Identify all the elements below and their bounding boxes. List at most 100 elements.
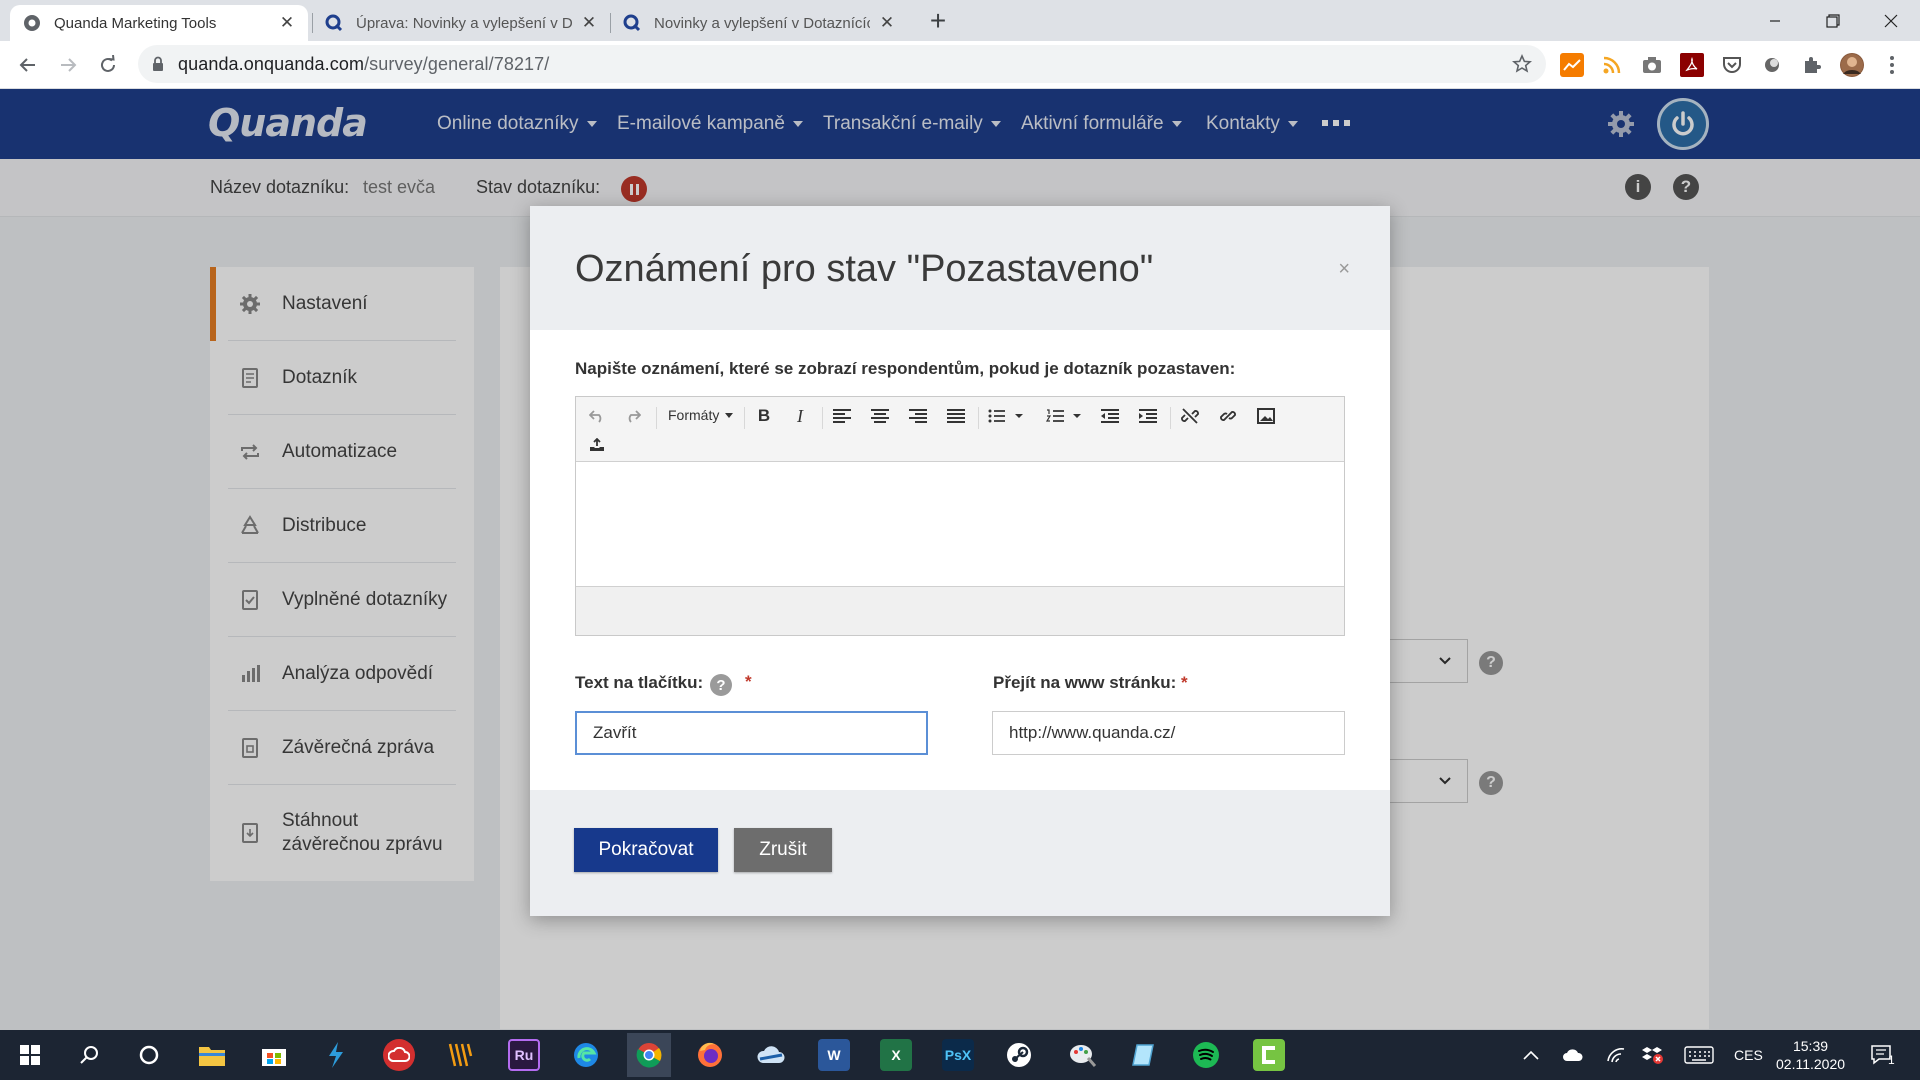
profile-avatar[interactable]	[1840, 53, 1864, 77]
store-icon[interactable]	[258, 1039, 290, 1071]
browser-tab-novinky[interactable]: Novinky a vylepšení v Dotaznících ✕	[610, 5, 908, 41]
browser-toolbar: quanda.onquanda.com/survey/general/78217…	[0, 41, 1920, 89]
cloud-app-icon[interactable]	[755, 1039, 787, 1071]
clock-time: 15:39	[1792, 1038, 1829, 1054]
excel-icon[interactable]: X	[880, 1039, 912, 1071]
cancel-button[interactable]: Zrušit	[734, 828, 832, 872]
back-arrow-icon[interactable]	[14, 51, 42, 79]
minimize-window-icon[interactable]	[1746, 0, 1804, 41]
paused-notice-dialog: Oznámení pro stav "Pozastaveno" × Napišt…	[530, 206, 1390, 916]
notes-app-icon[interactable]	[1128, 1039, 1160, 1071]
browser-menu-icon[interactable]	[1880, 53, 1904, 77]
restore-window-icon[interactable]	[1804, 0, 1862, 41]
analytics-extension-icon[interactable]	[1560, 53, 1584, 77]
camera-extension-icon[interactable]	[1640, 53, 1664, 77]
new-tab-button[interactable]: +	[924, 7, 952, 36]
clock-date: 02.11.2020	[1776, 1056, 1846, 1072]
steam-icon[interactable]	[1003, 1039, 1035, 1071]
close-tab-icon[interactable]: ✕	[278, 13, 296, 32]
numbered-list-icon[interactable]	[1042, 403, 1086, 429]
indent-icon[interactable]	[1134, 403, 1162, 429]
redo-icon[interactable]	[620, 403, 646, 429]
bookmark-star-icon[interactable]	[1512, 54, 1532, 74]
paint-app-icon[interactable]	[1066, 1039, 1098, 1071]
button-text-label: Text na tlačítku:	[575, 673, 704, 692]
clock[interactable]: 15:39 02.11.2020	[1776, 1030, 1845, 1080]
forward-arrow-icon[interactable]	[54, 51, 82, 79]
action-center-icon[interactable]: 1	[1870, 1030, 1895, 1080]
editor-label: Napište oznámení, které se zobrazí respo…	[575, 359, 1236, 378]
bullet-list-icon[interactable]	[984, 403, 1028, 429]
windows-start-icon[interactable]	[14, 1039, 46, 1071]
photoshop-express-icon[interactable]: PsX	[942, 1039, 974, 1071]
pdf-extension-icon[interactable]	[1680, 53, 1704, 77]
align-right-icon[interactable]	[904, 403, 932, 429]
close-tab-icon[interactable]: ✕	[878, 13, 896, 32]
close-tab-icon[interactable]: ✕	[580, 13, 598, 32]
rich-text-editor: Formáty B I	[575, 396, 1345, 636]
formats-label: Formáty	[668, 407, 720, 423]
show-hidden-icons[interactable]	[1523, 1030, 1539, 1080]
rss-extension-icon[interactable]	[1600, 53, 1624, 77]
dialog-header: Oznámení pro stav "Pozastaveno" ×	[530, 206, 1390, 330]
align-center-icon[interactable]	[866, 403, 894, 429]
pocket-extension-icon[interactable]	[1720, 53, 1744, 77]
close-icon[interactable]: ×	[1338, 258, 1350, 281]
outdent-icon[interactable]	[1096, 403, 1124, 429]
windows-taskbar: Ru W X PsX CES 15:39 02.11.2020 1	[0, 1030, 1920, 1080]
formats-dropdown[interactable]: Formáty	[668, 407, 734, 423]
file-explorer-icon[interactable]	[196, 1039, 228, 1071]
camtasia-icon[interactable]	[1253, 1039, 1285, 1071]
edge-icon[interactable]	[570, 1039, 602, 1071]
quanda-favicon-icon	[623, 14, 641, 32]
puzzle-extensions-icon[interactable]	[1800, 53, 1824, 77]
bolt-app-icon[interactable]	[320, 1039, 352, 1071]
upload-icon[interactable]	[584, 433, 610, 457]
bold-icon[interactable]: B	[750, 403, 778, 429]
editor-statusbar	[576, 587, 1344, 635]
continue-button[interactable]: Pokračovat	[574, 828, 718, 872]
chrome-icon[interactable]	[627, 1033, 671, 1077]
dialog-footer: Pokračovat Zrušit	[530, 790, 1390, 916]
language-indicator[interactable]: CES	[1734, 1030, 1763, 1080]
address-bar[interactable]: quanda.onquanda.com/survey/general/78217…	[138, 45, 1546, 83]
redirect-url-input[interactable]	[992, 711, 1345, 755]
app-stripes-icon[interactable]	[444, 1039, 476, 1071]
dialog-title: Oznámení pro stav "Pozastaveno"	[575, 248, 1154, 290]
onedrive-icon[interactable]	[1562, 1030, 1584, 1080]
creative-cloud-icon[interactable]	[383, 1039, 415, 1071]
url-label: Přejít na www stránku: *	[993, 673, 1188, 692]
editor-content-area[interactable]	[576, 461, 1344, 587]
chrome-settings-icon	[24, 15, 40, 31]
keyboard-icon[interactable]	[1684, 1030, 1714, 1080]
quanda-favicon-icon	[325, 14, 343, 32]
url-text: quanda.onquanda.com/survey/general/78217…	[178, 53, 550, 74]
align-left-icon[interactable]	[828, 403, 856, 429]
undo-icon[interactable]	[584, 403, 610, 429]
image-icon[interactable]	[1252, 403, 1280, 429]
wifi-icon[interactable]	[1606, 1030, 1626, 1080]
close-window-icon[interactable]	[1862, 0, 1920, 41]
premiere-rush-icon[interactable]: Ru	[508, 1039, 540, 1071]
firefox-icon[interactable]	[694, 1039, 726, 1071]
spotify-icon[interactable]	[1190, 1039, 1222, 1071]
unlink-icon[interactable]	[1176, 403, 1204, 429]
browser-tab-bar: Quanda Marketing Tools ✕ Úprava: Novinky…	[0, 0, 1920, 41]
tab-title: Úprava: Novinky a vylepšení v Dotazníc	[356, 14, 572, 32]
cortana-icon[interactable]	[133, 1039, 165, 1071]
circle-extension-icon[interactable]	[1760, 53, 1784, 77]
editor-toolbar: Formáty B I	[576, 397, 1344, 461]
italic-icon[interactable]: I	[786, 403, 814, 429]
browser-tab-uprava[interactable]: Úprava: Novinky a vylepšení v Dotazníc ✕	[312, 5, 610, 41]
tab-title: Novinky a vylepšení v Dotaznících	[654, 14, 870, 32]
button-text-input[interactable]	[575, 711, 928, 755]
dropbox-sync-icon[interactable]	[1642, 1030, 1664, 1080]
link-icon[interactable]	[1214, 403, 1242, 429]
search-icon[interactable]	[74, 1039, 106, 1071]
help-icon[interactable]: ?	[710, 674, 732, 696]
reload-icon[interactable]	[94, 51, 122, 79]
browser-tab-quanda-marketing-tools[interactable]: Quanda Marketing Tools ✕	[10, 5, 308, 41]
notification-count: 1	[1888, 1053, 1895, 1067]
align-justify-icon[interactable]	[942, 403, 970, 429]
word-icon[interactable]: W	[818, 1039, 850, 1071]
